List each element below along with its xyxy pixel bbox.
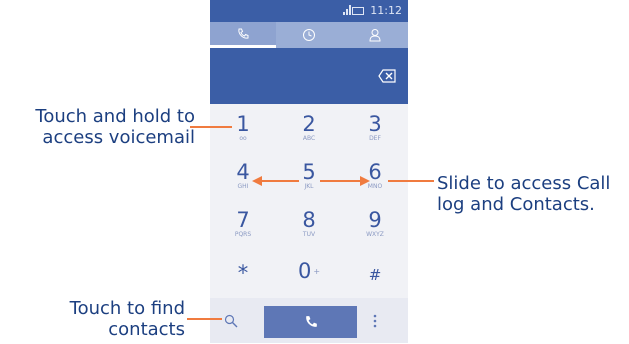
key-letters: PQRS <box>234 231 252 238</box>
status-time: 11:12 <box>370 4 402 17</box>
call-button[interactable] <box>264 306 357 338</box>
arrow-left-icon <box>252 176 262 186</box>
key-2[interactable]: 2 ABC <box>276 104 342 152</box>
find-callout: Touch to find contacts <box>30 298 185 340</box>
key-digit: 3 <box>368 112 382 136</box>
key-digit: 8 <box>302 208 316 232</box>
key-1[interactable]: 1 oo <box>210 104 276 152</box>
dialer-tabs <box>210 22 408 48</box>
tab-dialpad[interactable] <box>210 22 276 48</box>
key-digit-zero: 0 <box>297 259 312 283</box>
key-plus: + <box>313 267 321 276</box>
search-icon <box>224 314 238 328</box>
key-4[interactable]: 4 GHI <box>210 152 276 200</box>
key-digit: 1 <box>236 112 250 136</box>
key-letters: JKL <box>304 183 314 190</box>
key-digit: 2 <box>302 112 316 136</box>
tab-contacts[interactable] <box>342 22 408 48</box>
key-0[interactable]: 0 + <box>276 248 342 296</box>
more-vert-icon <box>373 314 377 328</box>
number-display[interactable] <box>210 48 408 104</box>
phone-icon <box>238 28 249 39</box>
more-options-button[interactable] <box>370 298 408 343</box>
key-digit: # <box>368 266 382 284</box>
key-star[interactable]: * <box>210 248 276 296</box>
signal-icon <box>343 5 351 15</box>
key-6[interactable]: 6 MNO <box>342 152 408 200</box>
dialpad: 1 oo 2 ABC 3 DEF 4 GHI 5 JKL 6 MNO 7 PQR… <box>210 104 408 298</box>
key-digit: 0 + <box>276 260 342 283</box>
key-hash[interactable]: # <box>342 248 408 296</box>
clock-icon <box>303 29 315 41</box>
phone-screen: 11:12 1 oo 2 ABC 3 DEF 4 GHI 5 JKL 6 MNO… <box>210 0 408 343</box>
key-letters: MNO <box>367 183 383 190</box>
voicemail-callout-line <box>190 126 232 128</box>
slide-callout: Slide to access Call log and Contacts. <box>437 173 627 215</box>
find-callout-line <box>187 318 222 320</box>
person-icon <box>369 29 381 42</box>
dialer-action-bar <box>210 298 408 343</box>
key-letters: GHI <box>237 183 249 190</box>
key-letters: TUV <box>302 231 316 238</box>
voicemail-callout-text: Touch and hold to access voicemail <box>35 106 195 148</box>
key-digit: 7 <box>236 208 250 232</box>
swipe-right-arrow-line <box>320 180 360 182</box>
arrow-right-icon <box>360 176 370 186</box>
status-bar: 11:12 <box>210 0 408 22</box>
key-7[interactable]: 7 PQRS <box>210 200 276 248</box>
key-9[interactable]: 9 WXYZ <box>342 200 408 248</box>
key-digit: * <box>237 261 249 285</box>
voicemail-callout: Touch and hold to access voicemail <box>5 106 195 148</box>
key-digit: 9 <box>368 208 382 232</box>
backspace-icon[interactable] <box>378 69 396 83</box>
find-callout-text: Touch to find contacts <box>69 298 185 340</box>
key-letters: ABC <box>302 135 316 142</box>
phone-icon <box>306 316 317 327</box>
key-letters: DEF <box>369 135 381 142</box>
key-3[interactable]: 3 DEF <box>342 104 408 152</box>
key-8[interactable]: 8 TUV <box>276 200 342 248</box>
slide-callout-line <box>388 180 434 182</box>
search-button[interactable] <box>210 298 262 343</box>
voicemail-icon: oo <box>239 135 247 142</box>
tab-call-log[interactable] <box>276 22 342 48</box>
key-5[interactable]: 5 JKL <box>276 152 342 200</box>
slide-callout-text: Slide to access Call log and Contacts. <box>437 173 611 215</box>
swipe-left-arrow-line <box>262 180 299 182</box>
key-letters: WXYZ <box>366 231 384 238</box>
battery-icon <box>352 7 364 15</box>
